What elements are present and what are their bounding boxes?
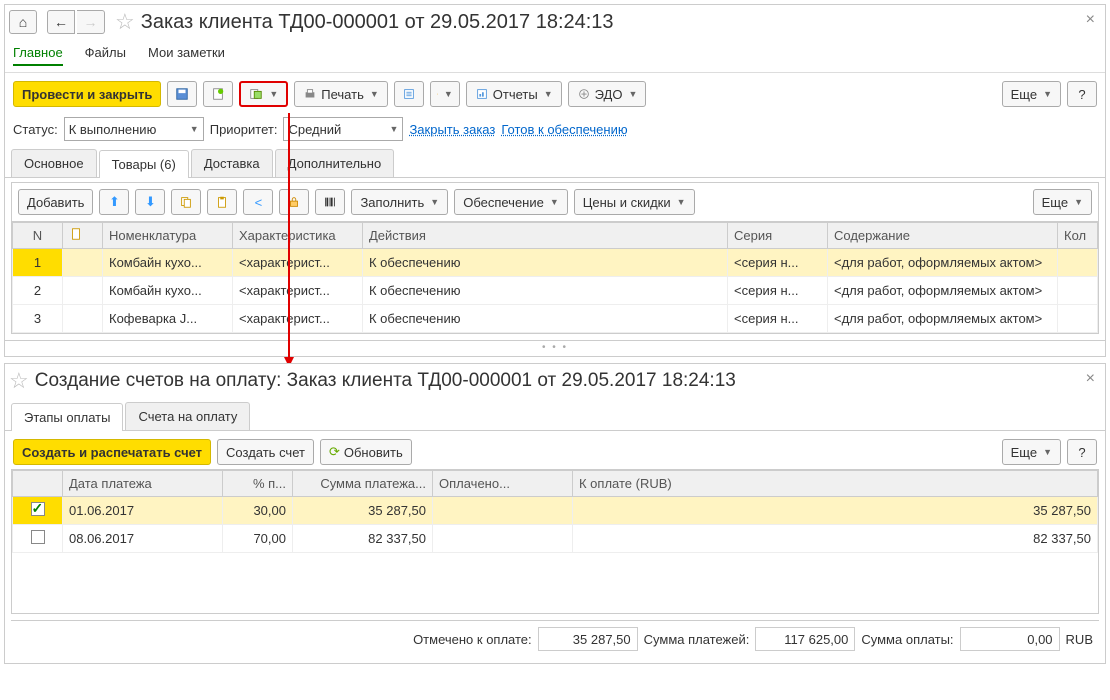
tab-extra[interactable]: Дополнительно xyxy=(275,149,395,177)
lock-icon xyxy=(287,195,301,209)
share-button[interactable]: < xyxy=(243,189,273,215)
bottom-more-button[interactable]: Еще▼ xyxy=(1002,439,1061,465)
move-up-button[interactable]: ⬆ xyxy=(99,189,129,215)
move-down-button[interactable]: ⬇ xyxy=(135,189,165,215)
tab-payment-stages[interactable]: Этапы оплаты xyxy=(11,403,123,431)
checkbox[interactable] xyxy=(31,502,45,516)
inner-more-button[interactable]: Еще▼ xyxy=(1033,189,1092,215)
create-based-icon xyxy=(249,87,263,101)
priority-label: Приоритет: xyxy=(210,122,278,137)
menu-notes[interactable]: Мои заметки xyxy=(148,45,225,66)
table-row[interactable]: 2Комбайн кухо...<характерист...К обеспеч… xyxy=(13,277,1098,305)
status-label: Статус: xyxy=(13,122,58,137)
list-button[interactable] xyxy=(394,81,424,107)
page-title: Заказ клиента ТД00-000001 от 29.05.2017 … xyxy=(141,11,614,34)
lock-button[interactable] xyxy=(279,189,309,215)
back-button[interactable]: ← xyxy=(47,10,75,34)
bottom-help-button[interactable]: ? xyxy=(1067,439,1097,465)
menu-files[interactable]: Файлы xyxy=(85,45,126,66)
paste-button[interactable] xyxy=(207,189,237,215)
home-button[interactable]: ⌂ xyxy=(9,10,37,34)
marked-value: 35 287,50 xyxy=(538,627,638,651)
close-order-link[interactable]: Закрыть заказ xyxy=(409,122,495,137)
close-icon[interactable]: × xyxy=(1086,11,1095,29)
print-button[interactable]: Печать▼ xyxy=(294,81,388,107)
forward-button: → xyxy=(77,10,105,34)
report-icon xyxy=(475,87,489,101)
create-print-invoice-button[interactable]: Создать и распечатать счет xyxy=(13,439,211,465)
list-icon xyxy=(402,87,416,101)
splitter[interactable]: • • • xyxy=(5,340,1105,354)
checkbox[interactable] xyxy=(31,530,45,544)
doc-icon xyxy=(69,227,83,241)
help-button[interactable]: ? xyxy=(1067,81,1097,107)
prices-button[interactable]: Цены и скидки▼ xyxy=(574,189,695,215)
pay-label: Сумма оплаты: xyxy=(861,632,953,647)
print-icon xyxy=(303,87,317,101)
table-row[interactable]: 3Кофеварка J...<характерист...К обеспече… xyxy=(13,305,1098,333)
edo-button[interactable]: ЭДО▼ xyxy=(568,81,647,107)
close-icon-bottom[interactable]: × xyxy=(1086,370,1095,388)
fill-button[interactable]: Заполнить▼ xyxy=(351,189,448,215)
currency-label: RUB xyxy=(1066,632,1093,647)
pay-value: 0,00 xyxy=(960,627,1060,651)
folder-button[interactable]: ▼ xyxy=(430,81,460,107)
priority-select[interactable]: Средний▼ xyxy=(283,117,403,141)
star-icon-bottom[interactable]: ☆ xyxy=(9,368,29,394)
table-row[interactable]: 08.06.201770,0082 337,5082 337,50 xyxy=(13,525,1098,553)
supply-ready-link[interactable]: Готов к обеспечению xyxy=(501,122,627,137)
bottom-title: Создание счетов на оплату: Заказ клиента… xyxy=(35,370,736,392)
payments-table[interactable]: Дата платежа % п... Сумма платежа... Опл… xyxy=(12,470,1098,553)
refresh-button[interactable]: ⟳ Обновить xyxy=(320,439,412,465)
status-select[interactable]: К выполнению▼ xyxy=(64,117,204,141)
marked-label: Отмечено к оплате: xyxy=(413,632,532,647)
refresh-icon: ⟳ xyxy=(329,444,340,460)
tab-delivery[interactable]: Доставка xyxy=(191,149,273,177)
table-row[interactable]: 1Комбайн кухо...<характерист...К обеспеч… xyxy=(13,249,1098,277)
menu-bar: Главное Файлы Мои заметки xyxy=(5,43,1105,73)
copy-button[interactable] xyxy=(171,189,201,215)
create-based-on-button[interactable]: ▼ xyxy=(239,81,288,107)
create-invoice-button[interactable]: Создать счет xyxy=(217,439,314,465)
tab-goods[interactable]: Товары (6) xyxy=(99,150,189,178)
star-icon[interactable]: ☆ xyxy=(115,9,135,35)
more-button[interactable]: Еще▼ xyxy=(1002,81,1061,107)
total-label: Сумма платежей: xyxy=(644,632,750,647)
tab-invoices[interactable]: Счета на оплату xyxy=(125,402,250,430)
save-button[interactable] xyxy=(167,81,197,107)
barcode-button[interactable] xyxy=(315,189,345,215)
post-button[interactable] xyxy=(203,81,233,107)
reports-button[interactable]: Отчеты▼ xyxy=(466,81,562,107)
post-and-close-button[interactable]: Провести и закрыть xyxy=(13,81,161,107)
copy-icon xyxy=(179,195,193,209)
barcode-icon xyxy=(323,195,337,209)
supply-button[interactable]: Обеспечение▼ xyxy=(454,189,568,215)
post-icon xyxy=(211,87,225,101)
table-row[interactable]: 01.06.201730,0035 287,5035 287,50 xyxy=(13,497,1098,525)
total-value: 117 625,00 xyxy=(755,627,855,651)
paste-icon xyxy=(215,195,229,209)
tab-main[interactable]: Основное xyxy=(11,149,97,177)
edo-icon xyxy=(577,87,591,101)
goods-table[interactable]: N Номенклатура Характеристика Действия С… xyxy=(12,222,1098,333)
add-button[interactable]: Добавить xyxy=(18,189,93,215)
folder-icon xyxy=(437,87,438,101)
save-icon xyxy=(175,87,189,101)
menu-main[interactable]: Главное xyxy=(13,45,63,66)
